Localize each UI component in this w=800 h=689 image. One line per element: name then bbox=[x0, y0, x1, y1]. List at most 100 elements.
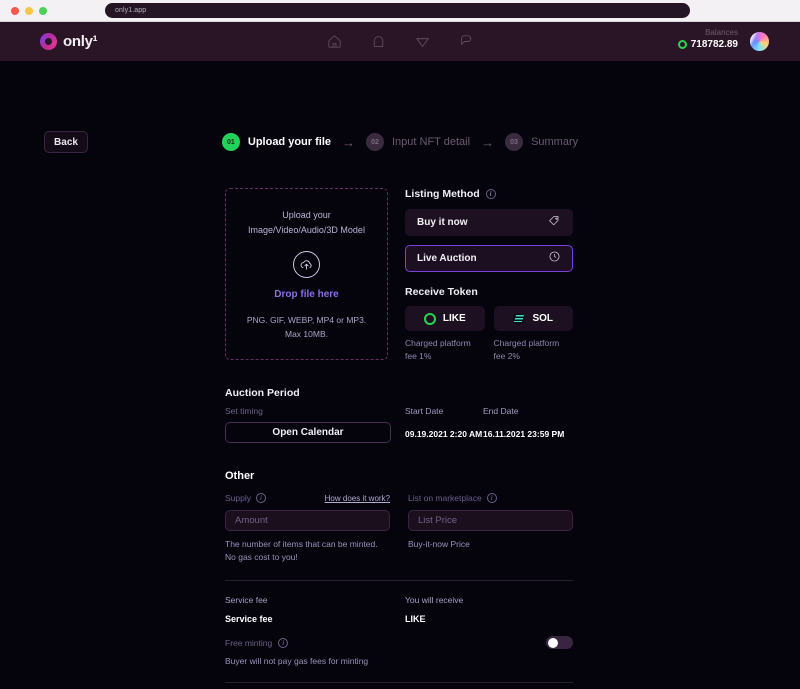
free-minting-note: Buyer will not pay gas fees for minting bbox=[225, 656, 369, 666]
listing-method-label: Listing Method bbox=[405, 188, 480, 200]
supply-note: The number of items that can be minted. … bbox=[225, 539, 378, 562]
option-label: Live Auction bbox=[417, 253, 477, 264]
supply-field-group: Supply i How does it work? The number of… bbox=[225, 492, 390, 564]
how-does-it-work-link[interactable]: How does it work? bbox=[325, 494, 390, 503]
token-option-sol: SOL Charged platform fee 2% bbox=[493, 306, 573, 363]
close-window-button[interactable] bbox=[11, 6, 19, 15]
page-body: Back 01 Upload your file → 02 Input NFT … bbox=[0, 61, 800, 689]
supply-input[interactable] bbox=[225, 510, 390, 531]
token-option-like: LIKE Charged platform fee 1% bbox=[405, 306, 485, 363]
listing-option-live-auction[interactable]: Live Auction bbox=[405, 245, 573, 272]
file-dropzone[interactable]: Upload your Image/Video/Audio/3D Model D… bbox=[225, 188, 388, 360]
other-fields: Supply i How does it work? The number of… bbox=[225, 492, 573, 564]
marketplace-label: List on marketplace bbox=[408, 493, 482, 503]
home-icon[interactable] bbox=[326, 33, 343, 50]
open-calendar-button[interactable]: Open Calendar bbox=[225, 422, 391, 443]
supply-label-wrap: Supply i bbox=[225, 493, 266, 503]
token-fee-note: Charged platform fee 1% bbox=[405, 338, 471, 361]
free-minting-toggle[interactable] bbox=[546, 636, 573, 649]
receive-token-title: Receive Token bbox=[405, 286, 573, 298]
divider-top bbox=[225, 580, 573, 581]
info-icon[interactable]: i bbox=[256, 493, 266, 503]
token-button-sol[interactable]: SOL bbox=[493, 306, 573, 331]
marketplace-label-wrap: List on marketplace i bbox=[408, 493, 497, 503]
progress-stepper: 01 Upload your file → 02 Input NFT detai… bbox=[0, 133, 800, 151]
list-price-input[interactable] bbox=[408, 510, 573, 531]
balances: Balances 718782.89 bbox=[677, 27, 738, 50]
step-upload-your-file[interactable]: 01 Upload your file bbox=[221, 133, 331, 151]
step-number: 01 bbox=[221, 133, 240, 151]
like-token-icon bbox=[423, 312, 436, 325]
other-title: Other bbox=[225, 470, 255, 482]
url-text: only1.app bbox=[115, 7, 147, 14]
supply-label: Supply bbox=[225, 493, 251, 503]
balances-value: 718782.89 bbox=[690, 39, 738, 50]
avatar[interactable] bbox=[749, 31, 770, 52]
info-icon[interactable]: i bbox=[485, 189, 496, 199]
auction-period-grid: Set timing Open Calendar Start Date 09.1… bbox=[225, 406, 573, 443]
fees-section: Service fee Service fee You will receive… bbox=[225, 595, 573, 624]
step-label: Summary bbox=[531, 136, 579, 148]
start-date-group: Start Date 09.19.2021 2:20 AM bbox=[405, 406, 483, 443]
like-token-icon bbox=[677, 40, 687, 49]
free-minting-label-wrap: Free minting i bbox=[225, 638, 573, 648]
free-minting-label: Free minting bbox=[225, 638, 273, 648]
create-nft-form: Upload your Image/Video/Audio/3D Model D… bbox=[225, 188, 573, 689]
clock-icon bbox=[548, 250, 561, 268]
receive-token-options: LIKE Charged platform fee 1% SOL Charged… bbox=[405, 306, 573, 363]
token-fee-note: Charged platform fee 2% bbox=[493, 338, 560, 361]
token-label: LIKE bbox=[442, 313, 466, 324]
marketplace-field-header: List on marketplace i bbox=[408, 492, 573, 504]
auction-period-section: Auction Period Set timing Open Calendar … bbox=[225, 387, 573, 443]
token-label: SOL bbox=[532, 313, 554, 324]
receive-token-label: Receive Token bbox=[405, 286, 478, 298]
end-date-label: End Date bbox=[483, 406, 519, 416]
set-timing-label: Set timing bbox=[225, 406, 263, 416]
diamond-icon[interactable] bbox=[414, 33, 431, 50]
option-label: Buy it now bbox=[417, 217, 468, 228]
you-will-receive-label: You will receive bbox=[405, 595, 464, 605]
info-icon[interactable]: i bbox=[278, 638, 289, 648]
supply-field-header: Supply i How does it work? bbox=[225, 492, 390, 504]
stepper-arrow-1: → bbox=[342, 134, 355, 150]
token-button-like[interactable]: LIKE bbox=[405, 306, 485, 331]
start-date-value: 09.19.2021 2:20 AM bbox=[405, 429, 483, 439]
step-input-nft-detail[interactable]: 02 Input NFT detail bbox=[366, 133, 470, 151]
minimize-window-button[interactable] bbox=[25, 6, 33, 15]
browser-chrome: only1.app bbox=[0, 0, 800, 22]
step-summary[interactable]: 03 Summary bbox=[505, 133, 578, 151]
step-number: 02 bbox=[366, 133, 384, 151]
list-price-note: Buy-it-now Price bbox=[408, 539, 470, 549]
listing-and-token-column: Listing Method i Buy it now Live Auction bbox=[405, 188, 573, 363]
window-traffic-lights bbox=[11, 6, 47, 15]
service-fee-value: Service fee bbox=[225, 614, 273, 624]
maximize-window-button[interactable] bbox=[39, 6, 47, 15]
balances-label: Balances bbox=[705, 28, 738, 37]
brand-name: only¹ bbox=[63, 33, 98, 50]
service-fee-group: Service fee Service fee bbox=[225, 595, 405, 624]
only1-ring-icon bbox=[40, 33, 57, 50]
you-will-receive-group: You will receive LIKE bbox=[405, 595, 463, 624]
set-timing-group: Set timing Open Calendar bbox=[225, 406, 405, 443]
address-bar[interactable]: only1.app bbox=[105, 3, 690, 18]
you-will-receive-value: LIKE bbox=[405, 614, 426, 624]
tag-icon bbox=[548, 214, 561, 232]
stepper-arrow-2: → bbox=[481, 134, 495, 150]
bell-icon[interactable] bbox=[370, 33, 387, 50]
brand-logo[interactable]: only¹ bbox=[40, 33, 98, 50]
end-date-group: End Date 16.11.2021 23:59 PM bbox=[483, 406, 564, 443]
sol-token-icon bbox=[513, 312, 526, 325]
divider-bottom bbox=[225, 682, 573, 683]
dropzone-title: Upload your Image/Video/Audio/3D Model bbox=[248, 209, 365, 235]
listing-option-buy-it-now[interactable]: Buy it now bbox=[405, 209, 573, 236]
start-date-label: Start Date bbox=[405, 406, 444, 416]
other-section: Other Supply i How does it work? The num… bbox=[225, 470, 573, 564]
step-label: Input NFT detail bbox=[392, 136, 471, 148]
step-label: Upload your file bbox=[247, 136, 331, 148]
upload-cloud-icon bbox=[293, 250, 320, 278]
service-fee-label: Service fee bbox=[225, 595, 268, 605]
chat-icon[interactable] bbox=[458, 33, 475, 50]
dropzone-drop-label: Drop file here bbox=[274, 288, 339, 300]
info-icon[interactable]: i bbox=[486, 493, 497, 503]
list-price-field-group: List on marketplace i Buy-it-now Price bbox=[408, 492, 573, 564]
